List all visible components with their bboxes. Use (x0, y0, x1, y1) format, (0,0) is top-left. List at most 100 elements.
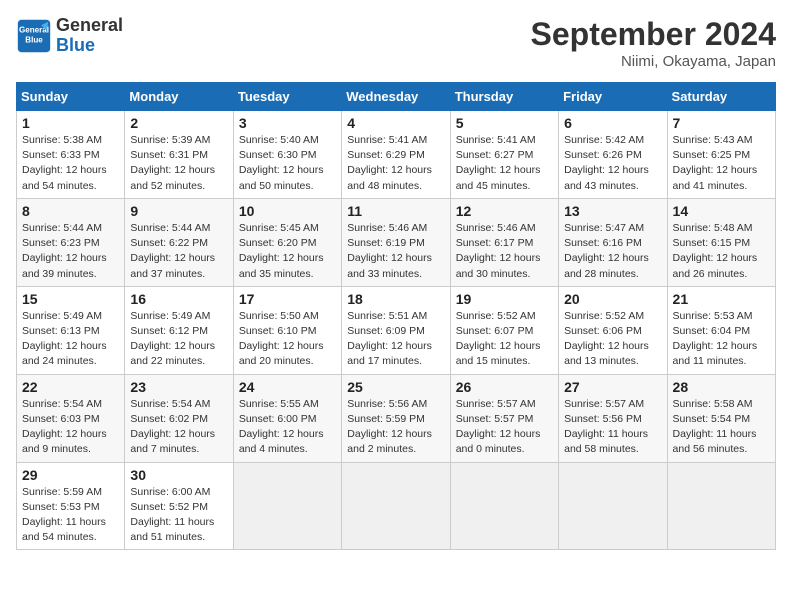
day-number-12: 12 (456, 203, 553, 219)
day-26: 26 Sunrise: 5:57 AM Sunset: 5:57 PM Dayli… (450, 374, 558, 462)
empty-cell (342, 462, 450, 550)
weekday-header-monday: Monday (125, 83, 233, 111)
day-17: 17Sunrise: 5:50 AM Sunset: 6:10 PM Dayli… (233, 286, 341, 374)
day-info-8: Sunrise: 5:44 AM Sunset: 6:23 PM Dayligh… (22, 221, 119, 282)
day-info-16: Sunrise: 5:49 AM Sunset: 6:12 PM Dayligh… (130, 309, 227, 370)
day-number-26: 26 (456, 379, 553, 395)
day-number-11: 11 (347, 203, 444, 219)
day-number-19: 19 (456, 291, 553, 307)
day-info-2: Sunrise: 5:39 AM Sunset: 6:31 PM Dayligh… (130, 133, 227, 194)
day-info-17: Sunrise: 5:50 AM Sunset: 6:10 PM Dayligh… (239, 309, 336, 370)
logo-text-blue: Blue (56, 36, 123, 56)
day-number-30: 30 (130, 467, 227, 483)
title-block: September 2024 Niimi, Okayama, Japan (531, 16, 776, 70)
day-info-18: Sunrise: 5:51 AM Sunset: 6:09 PM Dayligh… (347, 309, 444, 370)
empty-cell (667, 462, 775, 550)
day-23: 23Sunrise: 5:54 AM Sunset: 6:02 PM Dayli… (125, 374, 233, 462)
weekday-header-thursday: Thursday (450, 83, 558, 111)
day-info-4: Sunrise: 5:41 AM Sunset: 6:29 PM Dayligh… (347, 133, 444, 194)
day-number-5: 5 (456, 115, 553, 131)
calendar-week-4: 15Sunrise: 5:49 AM Sunset: 6:13 PM Dayli… (17, 286, 776, 374)
weekday-header-saturday: Saturday (667, 83, 775, 111)
day-1: 1 Sunrise: 5:38 AM Sunset: 6:33 PM Daylig… (17, 111, 125, 199)
day-number-21: 21 (673, 291, 770, 307)
day-22: 22 Sunrise: 5:54 AM Sunset: 6:03 PM Dayli… (17, 374, 125, 462)
day-info-14: Sunrise: 5:48 AM Sunset: 6:15 PM Dayligh… (673, 221, 770, 282)
calendar-week-5: 22 Sunrise: 5:54 AM Sunset: 6:03 PM Dayli… (17, 374, 776, 462)
day-10: 10 Sunrise: 5:45 AM Sunset: 6:20 PM Dayli… (233, 198, 341, 286)
day-number-24: 24 (239, 379, 336, 395)
day-info-26: Sunrise: 5:57 AM Sunset: 5:57 PM Dayligh… (456, 397, 553, 458)
day-info-9: Sunrise: 5:44 AM Sunset: 6:22 PM Dayligh… (130, 221, 227, 282)
day-number-13: 13 (564, 203, 661, 219)
day-20: 20 Sunrise: 5:52 AM Sunset: 6:06 PM Dayli… (559, 286, 667, 374)
day-number-18: 18 (347, 291, 444, 307)
day-12: 12Sunrise: 5:46 AM Sunset: 6:17 PM Dayli… (450, 198, 558, 286)
day-number-4: 4 (347, 115, 444, 131)
calendar-table: SundayMondayTuesdayWednesdayThursdayFrid… (16, 82, 776, 550)
empty-cell (233, 462, 341, 550)
day-info-22: Sunrise: 5:54 AM Sunset: 6:03 PM Dayligh… (22, 397, 119, 458)
day-3: 3Sunrise: 5:40 AM Sunset: 6:30 PM Daylig… (233, 111, 341, 199)
day-number-2: 2 (130, 115, 227, 131)
day-number-27: 27 (564, 379, 661, 395)
day-info-10: Sunrise: 5:45 AM Sunset: 6:20 PM Dayligh… (239, 221, 336, 282)
day-4: 4 Sunrise: 5:41 AM Sunset: 6:29 PM Daylig… (342, 111, 450, 199)
calendar-week-3: 8Sunrise: 5:44 AM Sunset: 6:23 PM Daylig… (17, 198, 776, 286)
day-number-29: 29 (22, 467, 119, 483)
svg-text:Blue: Blue (25, 35, 43, 44)
day-info-30: Sunrise: 6:00 AM Sunset: 5:52 PM Dayligh… (130, 485, 227, 546)
day-info-28: Sunrise: 5:58 AM Sunset: 5:54 PM Dayligh… (673, 397, 770, 458)
page-header: General Blue General Blue September 2024… (16, 16, 776, 70)
day-info-13: Sunrise: 5:47 AM Sunset: 6:16 PM Dayligh… (564, 221, 661, 282)
weekday-header-tuesday: Tuesday (233, 83, 341, 111)
day-info-7: Sunrise: 5:43 AM Sunset: 6:25 PM Dayligh… (673, 133, 770, 194)
day-info-20: Sunrise: 5:52 AM Sunset: 6:06 PM Dayligh… (564, 309, 661, 370)
weekday-header-friday: Friday (559, 83, 667, 111)
day-2: 2 Sunrise: 5:39 AM Sunset: 6:31 PM Daylig… (125, 111, 233, 199)
day-14: 14 Sunrise: 5:48 AM Sunset: 6:15 PM Dayli… (667, 198, 775, 286)
day-29: 29 Sunrise: 5:59 AM Sunset: 5:53 PM Dayli… (17, 462, 125, 550)
day-info-23: Sunrise: 5:54 AM Sunset: 6:02 PM Dayligh… (130, 397, 227, 458)
day-number-28: 28 (673, 379, 770, 395)
day-27: 27Sunrise: 5:57 AM Sunset: 5:56 PM Dayli… (559, 374, 667, 462)
empty-cell (559, 462, 667, 550)
calendar-week-6: 29 Sunrise: 5:59 AM Sunset: 5:53 PM Dayli… (17, 462, 776, 550)
day-number-22: 22 (22, 379, 119, 395)
day-19: 19 Sunrise: 5:52 AM Sunset: 6:07 PM Dayli… (450, 286, 558, 374)
day-number-14: 14 (673, 203, 770, 219)
calendar-title: September 2024 (531, 16, 776, 53)
day-number-9: 9 (130, 203, 227, 219)
day-number-6: 6 (564, 115, 661, 131)
day-13: 13 Sunrise: 5:47 AM Sunset: 6:16 PM Dayli… (559, 198, 667, 286)
day-8: 8Sunrise: 5:44 AM Sunset: 6:23 PM Daylig… (17, 198, 125, 286)
day-info-3: Sunrise: 5:40 AM Sunset: 6:30 PM Dayligh… (239, 133, 336, 194)
day-21: 21Sunrise: 5:53 AM Sunset: 6:04 PM Dayli… (667, 286, 775, 374)
empty-cell (450, 462, 558, 550)
day-info-24: Sunrise: 5:55 AM Sunset: 6:00 PM Dayligh… (239, 397, 336, 458)
weekday-header-wednesday: Wednesday (342, 83, 450, 111)
day-5: 5 Sunrise: 5:41 AM Sunset: 6:27 PM Daylig… (450, 111, 558, 199)
day-number-10: 10 (239, 203, 336, 219)
day-info-1: Sunrise: 5:38 AM Sunset: 6:33 PM Dayligh… (22, 133, 119, 194)
calendar-week-1: 1 Sunrise: 5:38 AM Sunset: 6:33 PM Daylig… (17, 111, 776, 199)
day-11: 11Sunrise: 5:46 AM Sunset: 6:19 PM Dayli… (342, 198, 450, 286)
day-18: 18 Sunrise: 5:51 AM Sunset: 6:09 PM Dayli… (342, 286, 450, 374)
day-28: 28 Sunrise: 5:58 AM Sunset: 5:54 PM Dayli… (667, 374, 775, 462)
day-info-6: Sunrise: 5:42 AM Sunset: 6:26 PM Dayligh… (564, 133, 661, 194)
day-info-29: Sunrise: 5:59 AM Sunset: 5:53 PM Dayligh… (22, 485, 119, 546)
day-16: 16Sunrise: 5:49 AM Sunset: 6:12 PM Dayli… (125, 286, 233, 374)
logo-icon: General Blue (16, 18, 52, 54)
day-number-1: 1 (22, 115, 119, 131)
weekday-header-sunday: Sunday (17, 83, 125, 111)
day-info-5: Sunrise: 5:41 AM Sunset: 6:27 PM Dayligh… (456, 133, 553, 194)
day-number-7: 7 (673, 115, 770, 131)
day-info-19: Sunrise: 5:52 AM Sunset: 6:07 PM Dayligh… (456, 309, 553, 370)
day-24: 24 Sunrise: 5:55 AM Sunset: 6:00 PM Dayli… (233, 374, 341, 462)
day-number-20: 20 (564, 291, 661, 307)
day-6: 6 Sunrise: 5:42 AM Sunset: 6:26 PM Daylig… (559, 111, 667, 199)
logo: General Blue General Blue (16, 16, 123, 56)
day-9: 9 Sunrise: 5:44 AM Sunset: 6:22 PM Daylig… (125, 198, 233, 286)
day-15: 15Sunrise: 5:49 AM Sunset: 6:13 PM Dayli… (17, 286, 125, 374)
day-30: 30 Sunrise: 6:00 AM Sunset: 5:52 PM Dayli… (125, 462, 233, 550)
